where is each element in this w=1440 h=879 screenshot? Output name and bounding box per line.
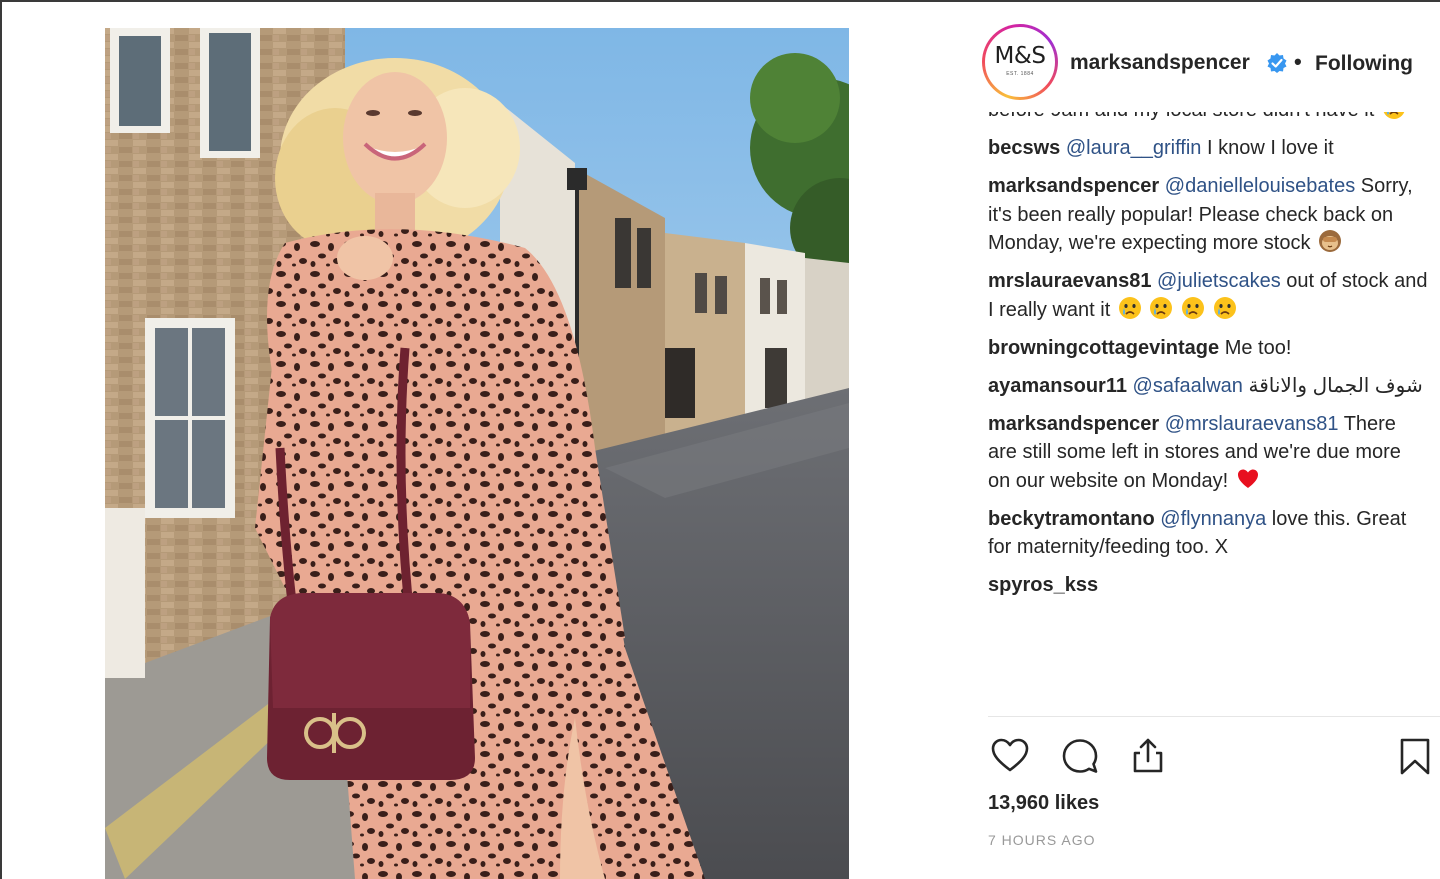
comment-mention[interactable]: @mrslauraevans81 xyxy=(1165,413,1339,435)
comment-username[interactable]: marksandspencer xyxy=(988,413,1159,435)
comment-bubble-icon[interactable] xyxy=(1058,734,1102,778)
post-photo[interactable] xyxy=(105,28,849,879)
crying-face-emoji-icon xyxy=(1383,112,1405,119)
comment-text: before 9am and my local store didn't hav… xyxy=(988,112,1374,121)
avatar-est: EST. 1884 xyxy=(1006,71,1034,77)
likes-count[interactable]: 13,960 likes xyxy=(988,792,1099,815)
comment-mention[interactable]: @safaalwan xyxy=(1133,375,1243,397)
divider xyxy=(988,716,1440,717)
comment-item: ayamansour11 @safaalwan شوف الجمال والان… xyxy=(988,372,1428,401)
comment-item: marksandspencer @daniellelouisebates Sor… xyxy=(988,172,1428,258)
comment-item: beckytramontano @flynnanya love this. Gr… xyxy=(988,505,1428,562)
bookmark-icon[interactable] xyxy=(1398,734,1432,778)
comment-username[interactable]: spyros_kss xyxy=(988,574,1098,596)
comments-list[interactable]: before 9am and my local store didn't hav… xyxy=(988,112,1428,716)
avatar-logo: M&S xyxy=(994,43,1046,69)
comment-mention[interactable]: @laura__griffin xyxy=(1066,137,1202,159)
header-separator: • xyxy=(1294,49,1302,74)
comment-item: mrslauraevans81 @julietscakes out of sto… xyxy=(988,267,1428,324)
action-bar xyxy=(960,728,1440,784)
comment-username[interactable]: becsws xyxy=(988,137,1060,159)
avatar[interactable]: M&S EST. 1884 xyxy=(982,24,1058,100)
comment-item: marksandspencer @mrslauraevans81 There a… xyxy=(988,410,1428,496)
comment-item: spyros_kss xyxy=(988,571,1428,600)
verified-badge-icon xyxy=(1267,53,1287,73)
post-timestamp[interactable]: 7 HOURS AGO xyxy=(988,832,1095,848)
comment-username[interactable]: browningcottagevintage xyxy=(988,337,1219,359)
comment-username[interactable]: beckytramontano xyxy=(988,508,1155,530)
crying-face-emoji-icon xyxy=(1213,296,1236,319)
comment-mention[interactable]: @julietscakes xyxy=(1157,270,1281,292)
post-header: M&S EST. 1884 marksandspencer • Followin… xyxy=(960,20,1440,106)
following-button[interactable]: Following xyxy=(1315,52,1413,76)
avatar-inner: M&S EST. 1884 xyxy=(985,27,1055,97)
comment-username[interactable]: marksandspencer xyxy=(988,175,1159,197)
comment-text: شوف الجمال والاناقة xyxy=(1248,374,1423,397)
share-icon[interactable] xyxy=(1126,734,1170,778)
comment-username[interactable]: ayamansour11 xyxy=(988,375,1127,397)
heart-icon[interactable] xyxy=(988,734,1032,778)
comment-item: browningcottagevintage Me too! xyxy=(988,334,1428,363)
comment-mention[interactable]: @daniellelouisebates xyxy=(1165,175,1355,197)
comments-scroll-content: before 9am and my local store didn't hav… xyxy=(988,112,1428,609)
crying-face-emoji-icon xyxy=(1150,296,1173,319)
username[interactable]: marksandspencer xyxy=(1070,51,1250,75)
comment-username[interactable]: mrslauraevans81 xyxy=(988,270,1151,292)
see-no-evil-monkey-emoji-icon xyxy=(1319,230,1342,252)
comment-item: before 9am and my local store didn't hav… xyxy=(988,112,1428,125)
photo-woman-leopard-dress-icon xyxy=(105,28,849,879)
comment-item: becsws @laura__griffin I know I love it xyxy=(988,134,1428,163)
comment-text: Me too! xyxy=(1224,336,1292,359)
post-side-panel: M&S EST. 1884 marksandspencer • Followin… xyxy=(960,0,1440,879)
comment-mention[interactable]: @flynnanya xyxy=(1160,508,1266,530)
crying-face-emoji-icon xyxy=(1118,296,1141,319)
crying-face-emoji-icon xyxy=(1181,296,1204,319)
red-heart-emoji-icon xyxy=(1237,469,1258,488)
comment-text: I know I love it xyxy=(1201,137,1334,159)
